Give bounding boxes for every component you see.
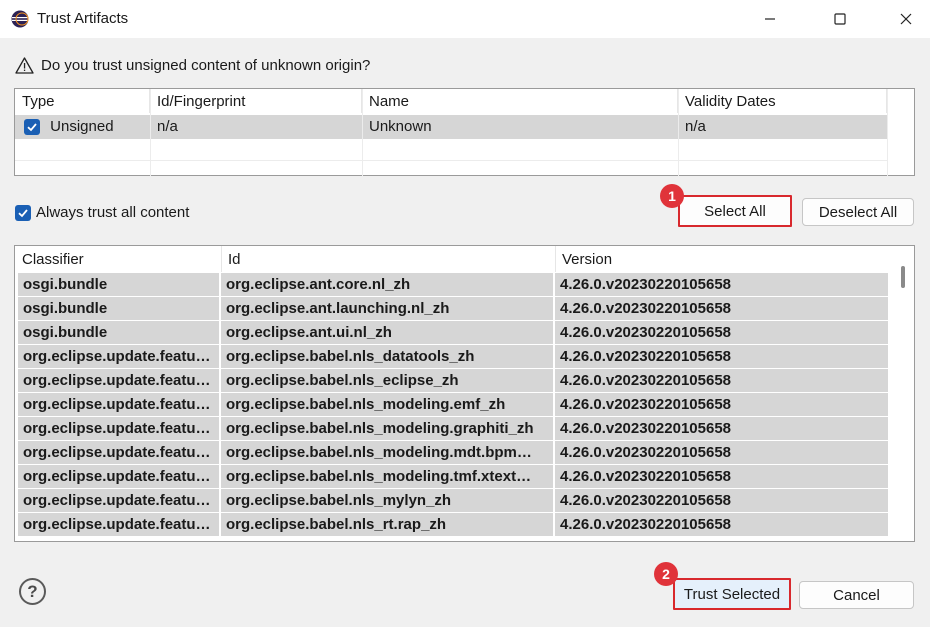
column-divider: [221, 246, 222, 272]
classifier-cell: org.eclipse.update.featu…: [18, 345, 221, 368]
classifier-cell: osgi.bundle: [18, 273, 221, 296]
maximize-button[interactable]: [817, 0, 863, 38]
id-cell: org.eclipse.babel.nls_rt.rap_zh: [221, 513, 555, 536]
id-cell: org.eclipse.babel.nls_modeling.tmf.xtext…: [221, 465, 555, 488]
artifacts-table[interactable]: Classifier Id Version osgi.bundle org.ecl…: [14, 245, 915, 542]
name-cell: Unknown: [369, 118, 432, 135]
eclipse-app-icon: [11, 10, 29, 28]
classifier-cell: org.eclipse.update.featu…: [18, 441, 221, 464]
type-value: Unsigned: [50, 118, 114, 135]
column-divider: [555, 246, 556, 272]
always-trust-row[interactable]: Always trust all content: [15, 204, 189, 221]
table-row[interactable]: org.eclipse.update.featu… org.eclipse.bab…: [18, 345, 890, 369]
version-cell: 4.26.0.v20230220105658: [555, 273, 890, 296]
table-row[interactable]: org.eclipse.update.featu… org.eclipse.bab…: [18, 489, 890, 513]
column-header-id[interactable]: Id: [221, 246, 555, 272]
column-header-id-fingerprint[interactable]: Id/Fingerprint: [150, 89, 362, 113]
checkmark-icon: [27, 123, 37, 132]
column-header-type[interactable]: Type: [15, 89, 150, 113]
type-cell: Unsigned: [15, 115, 150, 139]
always-trust-label: Always trust all content: [36, 204, 190, 221]
classifier-cell: org.eclipse.update.featu…: [18, 489, 221, 512]
select-all-button[interactable]: Select All: [678, 195, 792, 227]
always-trust-checkbox[interactable]: [15, 204, 31, 221]
classifier-cell: osgi.bundle: [18, 297, 221, 320]
version-cell: 4.26.0.v20230220105658: [555, 465, 890, 488]
minimize-icon: [765, 18, 775, 20]
table-row[interactable]: org.eclipse.update.featu… org.eclipse.bab…: [18, 465, 890, 489]
annotation-badge-1: 1: [660, 184, 684, 208]
version-cell: 4.26.0.v20230220105658: [555, 345, 890, 368]
id-cell: org.eclipse.babel.nls_datatools_zh: [221, 345, 555, 368]
classifier-cell: org.eclipse.update.featu…: [18, 393, 221, 416]
table-row[interactable]: org.eclipse.update.featu… org.eclipse.bab…: [18, 513, 890, 537]
version-cell: 4.26.0.v20230220105658: [555, 513, 890, 536]
minimize-button[interactable]: [747, 0, 793, 38]
table-row[interactable]: org.eclipse.update.featu… org.eclipse.bab…: [18, 417, 890, 441]
question-row: Do you trust unsigned content of unknown…: [15, 57, 370, 74]
scrollbar-thumb[interactable]: [901, 266, 905, 288]
table-row[interactable]: org.eclipse.update.featu… org.eclipse.bab…: [18, 369, 890, 393]
table-row[interactable]: osgi.bundle org.eclipse.ant.ui.nl_zh 4.26.…: [18, 321, 890, 345]
annotation-badge-2: 2: [654, 562, 678, 586]
window-title: Trust Artifacts: [37, 10, 129, 27]
id-cell: org.eclipse.ant.launching.nl_zh: [221, 297, 555, 320]
help-icon[interactable]: ?: [19, 578, 46, 605]
title-bar: Trust Artifacts: [0, 0, 930, 38]
version-cell: 4.26.0.v20230220105658: [555, 369, 890, 392]
table-row[interactable]: Unsigned n/a Unknown n/a: [15, 115, 887, 139]
validity-cell: n/a: [685, 118, 706, 135]
classifier-cell: org.eclipse.update.featu…: [18, 417, 221, 440]
id-cell: org.eclipse.babel.nls_eclipse_zh: [221, 369, 555, 392]
table-row-empty: [15, 139, 887, 161]
id-cell: org.eclipse.ant.core.nl_zh: [221, 273, 555, 296]
column-divider: [678, 89, 679, 176]
classifier-cell: org.eclipse.update.featu…: [18, 465, 221, 488]
table-row[interactable]: osgi.bundle org.eclipse.ant.core.nl_zh 4.2…: [18, 273, 890, 297]
version-cell: 4.26.0.v20230220105658: [555, 297, 890, 320]
version-cell: 4.26.0.v20230220105658: [555, 441, 890, 464]
question-text: Do you trust unsigned content of unknown…: [41, 57, 371, 74]
version-cell: 4.26.0.v20230220105658: [555, 321, 890, 344]
column-divider: [887, 89, 888, 176]
close-icon: [900, 13, 912, 25]
column-header-validity-dates[interactable]: Validity Dates: [678, 89, 887, 113]
column-header-name[interactable]: Name: [362, 89, 678, 113]
cancel-button[interactable]: Cancel: [799, 581, 914, 609]
warning-icon: [15, 57, 34, 74]
classifier-cell: org.eclipse.update.featu…: [18, 369, 221, 392]
column-divider: [150, 89, 151, 176]
trust-selected-button[interactable]: Trust Selected: [673, 578, 791, 610]
table-row[interactable]: osgi.bundle org.eclipse.ant.launching.nl_…: [18, 297, 890, 321]
row-checkbox[interactable]: [24, 119, 40, 136]
table-row[interactable]: org.eclipse.update.featu… org.eclipse.bab…: [18, 441, 890, 465]
id-cell: org.eclipse.babel.nls_modeling.emf_zh: [221, 393, 555, 416]
checkmark-icon: [18, 208, 28, 217]
id-cell: org.eclipse.babel.nls_modeling.mdt.bpm…: [221, 441, 555, 464]
artifacts-table-header: Classifier Id Version: [15, 246, 914, 272]
id-cell: org.eclipse.babel.nls_modeling.graphiti_…: [221, 417, 555, 440]
origin-table[interactable]: Type Id/Fingerprint Name Validity Dates …: [14, 88, 915, 176]
column-divider: [362, 89, 363, 176]
version-cell: 4.26.0.v20230220105658: [555, 489, 890, 512]
deselect-all-button[interactable]: Deselect All: [802, 198, 914, 226]
maximize-icon: [834, 13, 846, 25]
version-cell: 4.26.0.v20230220105658: [555, 393, 890, 416]
classifier-cell: org.eclipse.update.featu…: [18, 513, 221, 536]
id-cell: org.eclipse.ant.ui.nl_zh: [221, 321, 555, 344]
classifier-cell: osgi.bundle: [18, 321, 221, 344]
column-header-classifier[interactable]: Classifier: [15, 246, 221, 272]
close-button[interactable]: [883, 0, 929, 38]
version-cell: 4.26.0.v20230220105658: [555, 417, 890, 440]
id-cell: org.eclipse.babel.nls_mylyn_zh: [221, 489, 555, 512]
table-row[interactable]: org.eclipse.update.featu… org.eclipse.bab…: [18, 393, 890, 417]
id-cell: n/a: [157, 118, 178, 135]
column-header-version[interactable]: Version: [555, 246, 885, 272]
